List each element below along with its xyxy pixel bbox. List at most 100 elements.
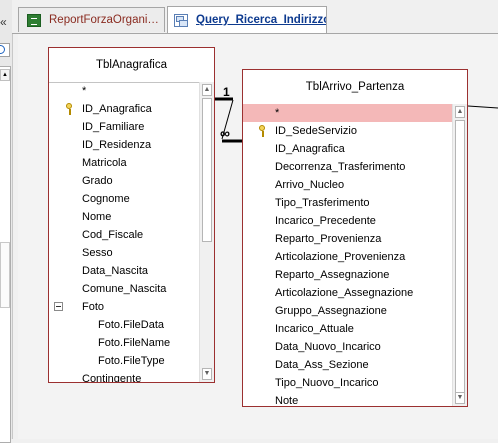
nav-object-list[interactable]: ▲ <box>0 66 11 443</box>
field-row[interactable]: Articolazione_Assegnazione <box>243 284 452 302</box>
field-name: Data_Ass_Sezione <box>275 359 369 371</box>
vertical-scrollbar[interactable]: ▲ ▼ <box>199 82 214 382</box>
field-name: Gruppo_Assegnazione <box>275 305 387 317</box>
field-list[interactable]: * ID_SedeServizio ID_Anagrafica Decorrenza_… <box>243 104 452 406</box>
field-row[interactable]: Data_Nascita <box>49 262 199 280</box>
field-row[interactable]: Gruppo_Assegnazione <box>243 302 452 320</box>
nav-list-panel <box>0 242 10 308</box>
field-name: Incarico_Attuale <box>275 323 354 335</box>
tab-query-label: Query_Ricerca_Indirizzo <box>196 14 327 26</box>
scroll-up-button[interactable]: ▲ <box>455 106 465 118</box>
field-row[interactable]: Foto <box>49 298 199 316</box>
field-name: Decorrenza_Trasferimento <box>275 161 406 173</box>
field-name: Reparto_Assegnazione <box>275 269 390 281</box>
field-name: Data_Nascita <box>82 265 149 277</box>
field-name: Foto.FileType <box>98 355 165 367</box>
collapse-nav-button[interactable]: « <box>0 16 7 28</box>
nav-search-box[interactable] <box>0 43 10 57</box>
field-name: Note <box>275 395 299 406</box>
field-row[interactable]: Contingente <box>49 370 199 382</box>
field-row[interactable]: ID_SedeServizio <box>243 122 452 140</box>
field-name: Foto.FileName <box>98 337 171 349</box>
field-name: Matricola <box>82 157 127 169</box>
field-row[interactable]: ID_Residenza <box>49 136 199 154</box>
field-row[interactable]: Cod_Fiscale <box>49 226 199 244</box>
field-row[interactable]: Incarico_Attuale <box>243 320 452 338</box>
field-row[interactable]: ID_Anagrafica <box>243 140 452 158</box>
field-name: ID_Familiare <box>82 121 145 133</box>
scroll-down-button[interactable]: ▼ <box>455 392 465 404</box>
scroll-thumb[interactable] <box>202 98 212 242</box>
scroll-up-button[interactable]: ▲ <box>202 84 212 96</box>
field-row[interactable]: Data_Ass_Sezione <box>243 356 452 374</box>
field-row[interactable]: ID_Familiare <box>49 118 199 136</box>
field-row[interactable]: * <box>243 104 452 122</box>
field-name: Incarico_Precedente <box>275 215 376 227</box>
field-row[interactable]: Reparto_Provenienza <box>243 230 452 248</box>
field-name: Articolazione_Assegnazione <box>275 287 414 299</box>
query-icon <box>174 13 188 27</box>
field-row[interactable]: Grado <box>49 172 199 190</box>
query-design-surface[interactable]: 1 ∞ TblAnagrafica * ID_Anagrafica ID_Famil… <box>18 34 498 439</box>
field-name: Tipo_Trasferimento <box>275 197 370 209</box>
scroll-down-button[interactable]: ▼ <box>202 368 212 380</box>
field-name: Nome <box>82 211 112 223</box>
field-name: * <box>82 85 87 97</box>
field-row[interactable]: Data_Nuovo_Incarico <box>243 338 452 356</box>
one-side-symbol: 1 <box>223 85 230 99</box>
field-name: Arrivo_Nucleo <box>275 179 345 191</box>
field-row[interactable]: * <box>49 82 199 100</box>
primary-key-icon <box>258 125 267 137</box>
field-name: * <box>275 107 280 119</box>
table-tblanagrafica[interactable]: TblAnagrafica * ID_Anagrafica ID_Familiare… <box>48 47 215 383</box>
field-name: Articolazione_Provenienza <box>275 251 406 263</box>
scroll-thumb[interactable] <box>455 120 465 396</box>
field-row[interactable]: Articolazione_Provenienza <box>243 248 452 266</box>
tab-query[interactable]: Query_Ricerca_Indirizzo <box>167 6 327 33</box>
table-title[interactable]: TblArrivo_Partenza <box>243 70 467 105</box>
field-list[interactable]: * ID_Anagrafica ID_Familiare ID_Residenza Ma… <box>49 82 199 382</box>
field-name: ID_Residenza <box>82 139 152 151</box>
field-name: ID_SedeServizio <box>275 125 357 137</box>
report-icon <box>27 13 41 27</box>
field-row[interactable]: Comune_Nascita <box>49 280 199 298</box>
field-name: Foto <box>82 301 105 313</box>
field-row[interactable]: Foto.FileData <box>49 316 199 334</box>
table-title[interactable]: TblAnagrafica <box>49 48 214 83</box>
nav-scroll-up-button[interactable]: ▲ <box>0 69 10 81</box>
field-row[interactable]: Reparto_Assegnazione <box>243 266 452 284</box>
collapse-toggle-icon[interactable] <box>54 302 63 311</box>
field-row[interactable]: Incarico_Precedente <box>243 212 452 230</box>
field-row[interactable]: ID_Anagrafica <box>49 100 199 118</box>
tab-report[interactable]: ReportForzaOrgani… <box>18 7 165 32</box>
field-row[interactable]: Nome <box>49 208 199 226</box>
field-row[interactable]: Cognome <box>49 190 199 208</box>
field-name: Cognome <box>82 193 130 205</box>
field-name: Cod_Fiscale <box>82 229 144 241</box>
tab-report-label: ReportForzaOrgani… <box>49 14 159 26</box>
many-side-symbol: ∞ <box>220 125 230 141</box>
field-row[interactable]: Note <box>243 392 452 406</box>
field-name: Grado <box>82 175 113 187</box>
field-name: Sesso <box>82 247 113 259</box>
field-row[interactable]: Decorrenza_Trasferimento <box>243 158 452 176</box>
table-tblarrivo-partenza[interactable]: TblArrivo_Partenza * ID_SedeServizio ID_An… <box>242 69 468 407</box>
field-row[interactable]: Arrivo_Nucleo <box>243 176 452 194</box>
field-name: Comune_Nascita <box>82 283 167 295</box>
field-row[interactable]: Tipo_Trasferimento <box>243 194 452 212</box>
field-name: ID_Anagrafica <box>275 143 345 155</box>
field-name: Data_Nuovo_Incarico <box>275 341 381 353</box>
vertical-scrollbar[interactable]: ▲ ▼ <box>452 104 467 406</box>
field-row[interactable]: Foto.FileName <box>49 334 199 352</box>
field-row[interactable]: Foto.FileType <box>49 352 199 370</box>
primary-key-icon <box>65 103 74 115</box>
field-name: Reparto_Provenienza <box>275 233 382 245</box>
field-row[interactable]: Tipo_Nuovo_Incarico <box>243 374 452 392</box>
field-name: Contingente <box>82 373 142 382</box>
document-tab-bar: ReportForzaOrgani… Query_Ricerca_Indiriz… <box>12 0 498 34</box>
field-row[interactable]: Sesso <box>49 244 199 262</box>
field-row[interactable]: Matricola <box>49 154 199 172</box>
search-icon <box>0 45 5 54</box>
navigation-pane: « ▲ <box>0 0 13 443</box>
field-name: Foto.FileData <box>98 319 165 331</box>
